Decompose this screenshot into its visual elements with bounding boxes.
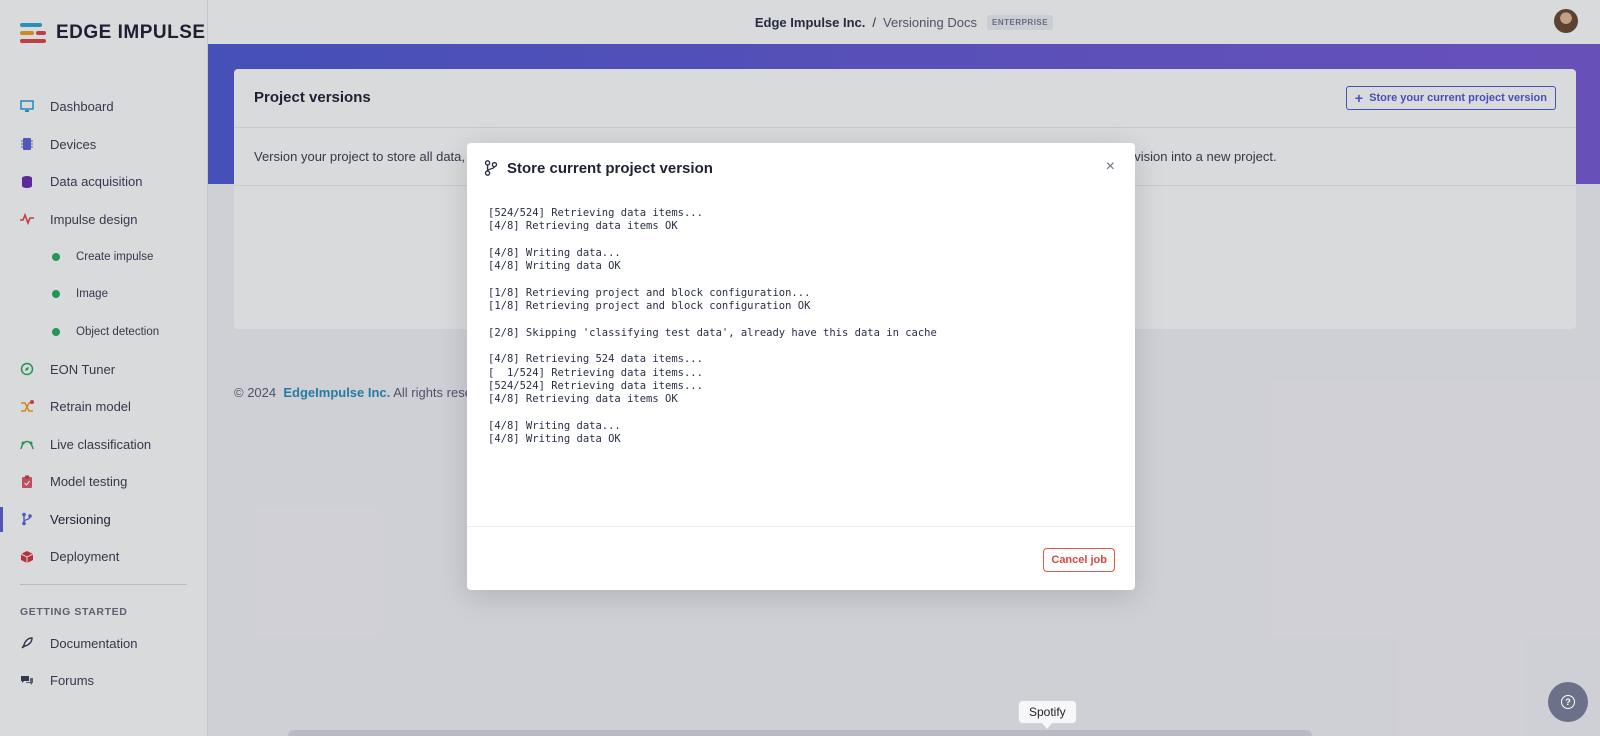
branch-icon [484, 160, 498, 176]
modal-title: Store current project version [507, 159, 713, 177]
cancel-job-button[interactable]: Cancel job [1043, 548, 1115, 572]
dock [288, 730, 1312, 736]
job-log-output: [524/524] Retrieving data items... [4/8]… [488, 207, 937, 446]
dock-tooltip: Spotify [1018, 700, 1077, 729]
help-button[interactable]: ? [1548, 682, 1588, 722]
modal-header: Store current project version × [467, 143, 1135, 193]
close-icon[interactable]: × [1106, 158, 1115, 176]
store-version-modal: Store current project version × [524/524… [467, 143, 1135, 590]
modal-divider [467, 526, 1135, 527]
question-icon: ? [1561, 695, 1575, 709]
